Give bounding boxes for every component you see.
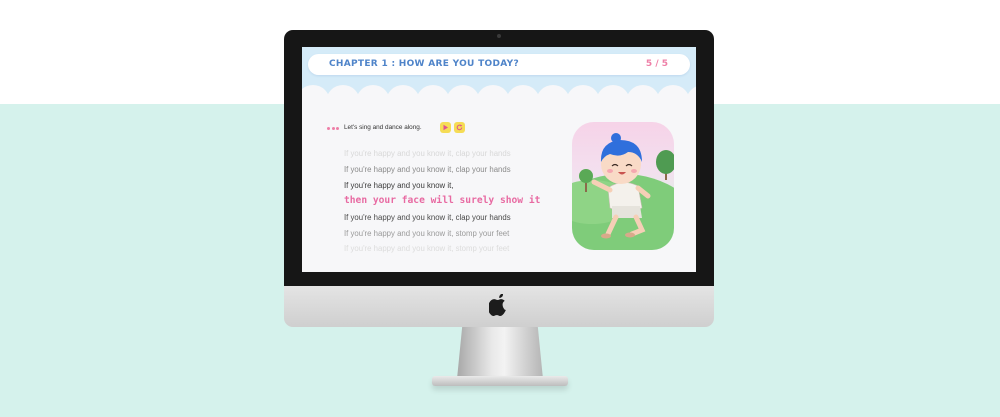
lyric-line: If you're happy and you know it, clap yo… bbox=[344, 165, 511, 174]
cloud-border bbox=[302, 85, 696, 119]
play-button[interactable] bbox=[440, 122, 451, 133]
camera-dot bbox=[497, 34, 501, 38]
lyric-line: If you're happy and you know it, clap yo… bbox=[344, 213, 511, 222]
dots-icon bbox=[327, 127, 339, 131]
chapter-title: CHAPTER 1 : HOW ARE YOU TODAY? bbox=[329, 59, 519, 69]
monitor-stand bbox=[457, 327, 543, 379]
replay-button[interactable] bbox=[454, 122, 465, 133]
replay-icon bbox=[456, 124, 463, 131]
chapter-title-bar: CHAPTER 1 : HOW ARE YOU TODAY? 5 / 5 bbox=[308, 54, 690, 75]
lyric-line: If you're happy and you know it, stomp y… bbox=[344, 229, 510, 238]
play-icon bbox=[443, 124, 448, 131]
app-screen: CHAPTER 1 : HOW ARE YOU TODAY? 5 / 5 Let… bbox=[302, 47, 696, 272]
apple-logo-icon bbox=[489, 294, 506, 316]
lyric-line-current: then your face will surely show it bbox=[344, 195, 541, 206]
lyric-line: If you're happy and you know it, stomp y… bbox=[344, 244, 510, 253]
lyric-line: If you're happy and you know it, bbox=[344, 181, 454, 190]
child-dancing-illustration bbox=[572, 122, 674, 250]
monitor-stand-base bbox=[432, 376, 568, 386]
instruction-text: Let's sing and dance along. bbox=[344, 124, 422, 131]
lyric-line: If you're happy and you know it, clap yo… bbox=[344, 149, 511, 158]
page-indicator: 5 / 5 bbox=[645, 59, 668, 69]
